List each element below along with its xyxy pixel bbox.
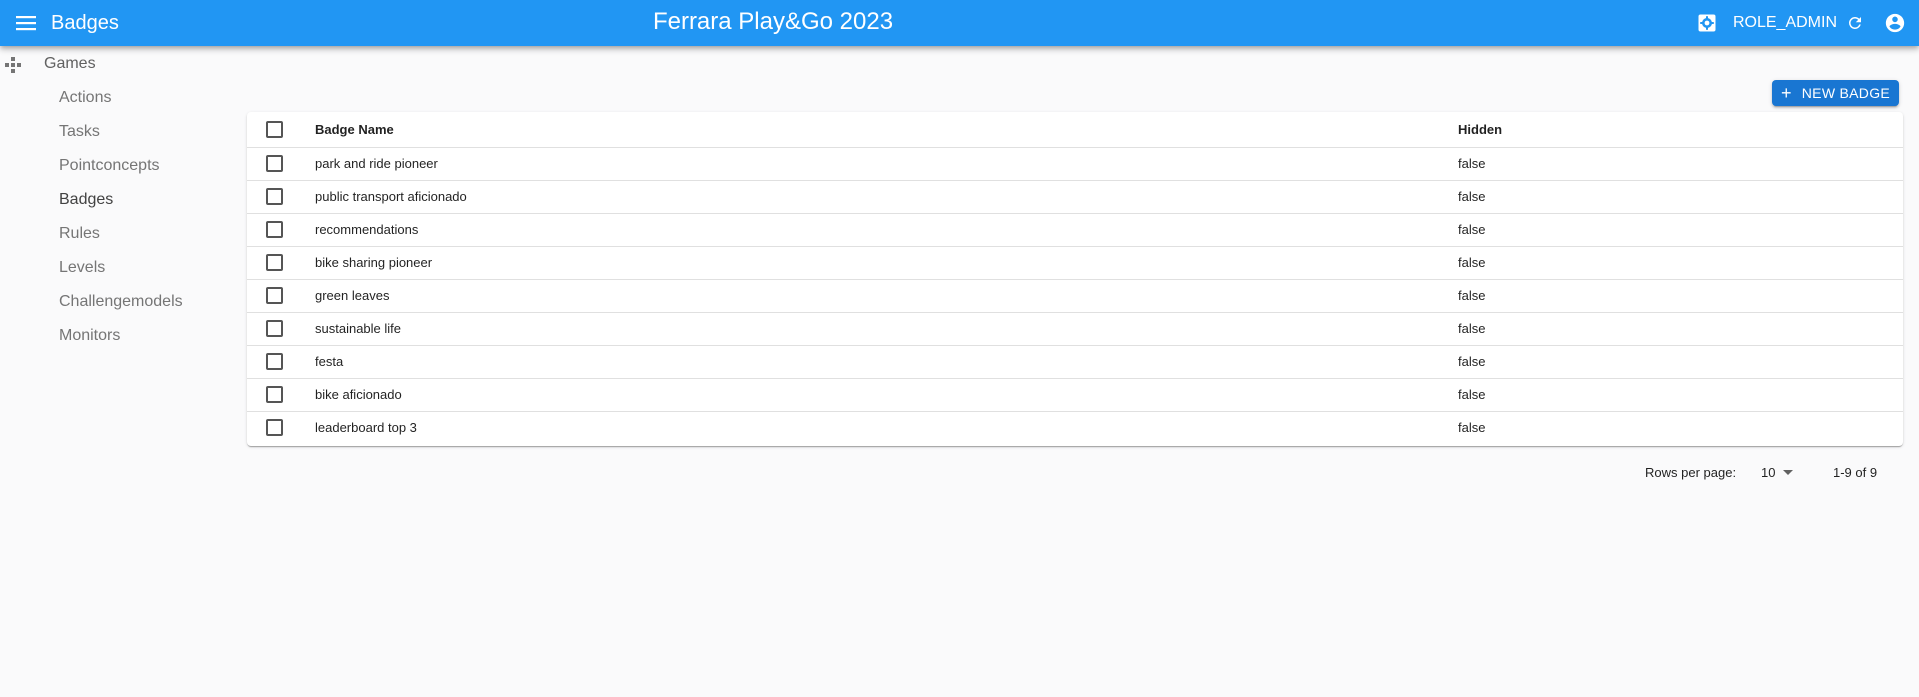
row-checkbox[interactable] <box>266 188 283 205</box>
row-checkbox[interactable] <box>266 320 283 337</box>
app-bar: Badges Ferrara Play&Go 2023 ROLE_ADMIN <box>0 0 1919 46</box>
badge-name-cell: bike sharing pioneer <box>315 246 1458 280</box>
row-checkbox[interactable] <box>266 155 283 172</box>
badge-name-cell: public transport aficionado <box>315 180 1458 214</box>
badge-name-cell: green leaves <box>315 279 1458 313</box>
table-header-row: Badge Name Hidden <box>247 112 1903 148</box>
hidden-cell: false <box>1458 378 1903 412</box>
row-checkbox[interactable] <box>266 353 283 370</box>
gamepad-icon <box>5 57 21 73</box>
sidebar-item-pointconcepts[interactable]: Pointconcepts <box>59 155 160 177</box>
rows-per-page-value: 10 <box>1761 465 1776 480</box>
table-row[interactable]: public transport aficionado false <box>247 180 1903 214</box>
select-all-checkbox[interactable] <box>266 120 283 138</box>
hidden-cell: false <box>1458 345 1903 379</box>
table-row[interactable]: bike aficionado false <box>247 378 1903 412</box>
rows-per-page-label: Rows per page: <box>1645 465 1737 480</box>
badges-table-card: Badge Name Hidden park and ride pioneer f… <box>247 112 1903 446</box>
row-checkbox[interactable] <box>266 287 283 304</box>
table-row[interactable]: sustainable life false <box>247 312 1903 346</box>
column-header-badge-name[interactable]: Badge Name <box>315 112 1458 148</box>
badges-table: Badge Name Hidden park and ride pioneer f… <box>247 112 1903 444</box>
sidebar-item-label: Games <box>44 55 96 72</box>
row-checkbox[interactable] <box>266 254 283 271</box>
hidden-cell: false <box>1458 312 1903 346</box>
hidden-cell: false <box>1458 420 1486 436</box>
table-row[interactable]: festa false <box>247 345 1903 379</box>
table-row[interactable]: recommendations false <box>247 213 1903 247</box>
row-checkbox[interactable] <box>266 386 283 403</box>
badge-name-cell: festa <box>315 345 1458 379</box>
table-row[interactable]: park and ride pioneer false <box>247 147 1903 181</box>
settings-icon[interactable] <box>1695 11 1719 35</box>
sidebar-item-tasks[interactable]: Tasks <box>59 121 100 143</box>
role-label: ROLE_ADMIN <box>1732 14 1837 31</box>
sidebar-item-monitors[interactable]: Monitors <box>59 325 120 347</box>
badge-name-cell: sustainable life <box>315 312 1458 346</box>
pagination-range: 1-9 of 9 <box>1833 465 1878 480</box>
table-row[interactable]: green leaves false <box>247 279 1903 313</box>
hidden-cell: false <box>1458 147 1903 181</box>
badge-name-cell: park and ride pioneer <box>315 147 1458 181</box>
hidden-cell: false <box>1458 246 1903 280</box>
badge-name-cell: bike aficionado <box>315 378 1458 412</box>
table-row[interactable]: leaderboard top 3 false <box>247 411 1903 444</box>
hidden-cell: false <box>1458 213 1903 247</box>
chevron-down-icon <box>1783 470 1794 475</box>
row-checkbox[interactable] <box>266 221 283 238</box>
sidebar-item-challengemodels[interactable]: Challengemodels <box>59 291 183 313</box>
column-header-hidden[interactable]: Hidden <box>1458 112 1903 148</box>
sidebar-item-badges[interactable]: Badges <box>59 189 113 211</box>
hidden-cell: false <box>1458 279 1903 313</box>
rows-per-page-select[interactable]: 10 <box>1761 465 1794 480</box>
new-badge-label: NEW BADGE <box>1801 85 1891 101</box>
row-checkbox[interactable] <box>266 419 283 437</box>
refresh-icon[interactable] <box>1843 11 1867 35</box>
sidebar-item-rules[interactable]: Rules <box>59 223 100 245</box>
sidebar-item-actions[interactable]: Actions <box>59 87 111 109</box>
badge-name-cell: recommendations <box>315 213 1458 247</box>
hidden-cell: false <box>1458 180 1903 214</box>
new-badge-button[interactable]: + NEW BADGE <box>1772 80 1899 106</box>
table-row[interactable]: bike sharing pioneer false <box>247 246 1903 280</box>
account-circle-icon[interactable] <box>1883 11 1907 35</box>
sidebar-item-levels[interactable]: Levels <box>59 257 105 279</box>
app-title: Ferrara Play&Go 2023 <box>652 8 894 35</box>
pagination: Rows per page: 10 1-9 of 9 <box>0 462 1882 482</box>
plus-icon: + <box>1780 83 1792 103</box>
badge-name-cell: leaderboard top 3 <box>315 420 417 436</box>
